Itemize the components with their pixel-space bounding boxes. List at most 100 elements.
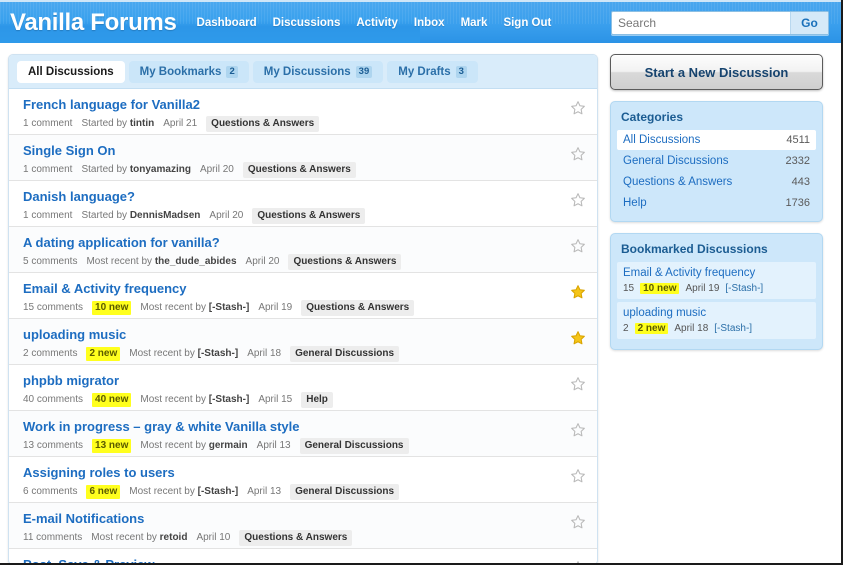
tab-count-badge: 3 (455, 66, 467, 79)
nav-item-sign-out[interactable]: Sign Out (503, 17, 551, 29)
bookmark-star-icon[interactable] (570, 422, 586, 438)
discussion-title[interactable]: Danish language? (23, 188, 563, 205)
site-header: Vanilla Forums Dashboard Discussions Act… (0, 0, 841, 44)
category-tag[interactable]: General Discussions (290, 484, 400, 501)
discussion-title[interactable]: French language for Vanilla2 (23, 96, 563, 113)
comment-count: 11 comments (23, 532, 83, 544)
sidebar: Start a New Discussion Categories All Di… (610, 54, 823, 563)
tab-label: My Discussions (263, 66, 351, 79)
date-text: April 15 (258, 394, 293, 406)
category-tag[interactable]: General Discussions (299, 438, 409, 455)
nav-item-dashboard[interactable]: Dashboard (197, 17, 257, 29)
bookmark-new-badge: 10 new (640, 283, 680, 294)
bookmark-comment-count: 15 (623, 283, 635, 294)
bookmark-star-icon[interactable] (570, 146, 586, 162)
page-body: All Discussions My Bookmarks 2 My Discus… (0, 44, 841, 563)
search-input[interactable] (612, 12, 790, 34)
discussion-row[interactable]: uploading music 2 comments 2 new Most recen… (9, 319, 597, 366)
category-tag[interactable]: Questions & Answers (239, 530, 353, 547)
category-tag[interactable]: Questions & Answers (252, 208, 366, 225)
author-line: Started by DennisMadsen (81, 210, 201, 222)
tab-my-discussions[interactable]: My Discussions 39 (252, 61, 384, 84)
bookmark-star-icon[interactable] (570, 100, 586, 116)
discussion-row[interactable]: Assigning roles to users 6 comments 6 new M… (9, 457, 597, 504)
nav-item-discussions[interactable]: Discussions (273, 17, 341, 29)
tab-label: My Drafts (398, 66, 451, 79)
bookmark-star-icon[interactable] (570, 560, 586, 563)
category-item[interactable]: General Discussions 2332 (617, 151, 816, 171)
bookmark-title[interactable]: Email & Activity frequency (623, 266, 810, 281)
category-tag[interactable]: Questions & Answers (242, 162, 356, 179)
bookmark-star-filled-icon[interactable] (570, 284, 586, 300)
discussion-row[interactable]: Post, Save & Preview (9, 549, 597, 563)
discussion-meta: 1 comment Started by DennisMadsen April 20… (23, 208, 563, 225)
discussion-row[interactable]: French language for Vanilla2 1 comment Sta… (9, 89, 597, 136)
discussion-row[interactable]: Danish language? 1 comment Started by Denn… (9, 181, 597, 228)
discussion-row[interactable]: Email & Activity frequency 15 comments 10 … (9, 273, 597, 320)
category-tag[interactable]: General Discussions (290, 346, 400, 363)
category-item[interactable]: Questions & Answers 443 (617, 172, 816, 192)
date-text: April 10 (196, 532, 231, 544)
bookmarks-panel: Bookmarked Discussions Email & Activity … (610, 233, 823, 350)
discussion-tabs: All Discussions My Bookmarks 2 My Discus… (9, 55, 597, 90)
bookmark-star-icon[interactable] (570, 238, 586, 254)
nav-item-inbox[interactable]: Inbox (414, 17, 445, 29)
discussion-title[interactable]: Post, Save & Preview (23, 556, 563, 563)
discussion-title[interactable]: phpbb migrator (23, 372, 563, 389)
discussion-row[interactable]: E-mail Notifications 11 comments Most rece… (9, 503, 597, 550)
bookmark-star-icon[interactable] (570, 376, 586, 392)
new-count-badge: 13 new (92, 439, 132, 454)
discussion-meta: 11 comments Most recent by retoid April 10… (23, 530, 563, 547)
discussion-row[interactable]: Work in progress – gray & white Vanilla … (9, 411, 597, 458)
category-item[interactable]: Help 1736 (617, 193, 816, 213)
discussion-meta: 2 comments 2 new Most recent by [-Stash-] A… (23, 346, 563, 363)
comment-count: 1 comment (23, 210, 73, 222)
discussion-row[interactable]: A dating application for vanilla? 5 comme… (9, 227, 597, 274)
discussion-title[interactable]: E-mail Notifications (23, 510, 563, 527)
category-tag[interactable]: Questions & Answers (288, 254, 402, 271)
bookmark-star-icon[interactable] (570, 514, 586, 530)
date-text: April 18 (247, 348, 282, 360)
discussion-title[interactable]: Email & Activity frequency (23, 280, 563, 297)
tab-label: All Discussions (28, 66, 114, 79)
tab-my-drafts[interactable]: My Drafts 3 (387, 61, 478, 84)
discussion-meta: 15 comments 10 new Most recent by [-Stash-… (23, 300, 563, 317)
category-tag[interactable]: Questions & Answers (206, 116, 320, 133)
category-tag[interactable]: Questions & Answers (301, 300, 415, 317)
category-tag[interactable]: Help (301, 392, 333, 409)
search-go-button[interactable]: Go (790, 12, 828, 34)
discussion-title[interactable]: Assigning roles to users (23, 464, 563, 481)
author-line: Started by tonyamazing (81, 164, 191, 176)
author-line: Most recent by [-Stash-] (140, 394, 250, 406)
discussion-meta: 13 comments 13 new Most recent by germain A… (23, 438, 563, 455)
bookmark-title[interactable]: uploading music (623, 306, 810, 321)
date-text: April 13 (256, 440, 291, 452)
date-text: April 20 (245, 256, 280, 268)
site-logo: Vanilla Forums (10, 8, 177, 36)
new-count-badge: 2 new (86, 347, 121, 362)
nav-item-activity[interactable]: Activity (356, 17, 398, 29)
bookmark-star-icon[interactable] (570, 192, 586, 208)
discussion-meta: 1 comment Started by tonyamazing April 20 Q… (23, 162, 563, 179)
discussion-title[interactable]: uploading music (23, 326, 563, 343)
start-new-discussion-button[interactable]: Start a New Discussion (610, 54, 823, 90)
bookmark-star-icon[interactable] (570, 468, 586, 484)
discussion-title[interactable]: A dating application for vanilla? (23, 234, 563, 251)
tab-all-discussions[interactable]: All Discussions (17, 61, 125, 84)
category-count: 4511 (786, 134, 810, 146)
bookmark-item[interactable]: uploading music 2 2 new April 18 [-Stash-] (617, 302, 816, 339)
discussion-title[interactable]: Work in progress – gray & white Vanilla … (23, 418, 563, 435)
discussion-row[interactable]: phpbb migrator 40 comments 40 new Most rece… (9, 365, 597, 412)
category-item[interactable]: All Discussions 4511 (617, 130, 816, 150)
tab-my-bookmarks[interactable]: My Bookmarks 2 (128, 61, 249, 84)
bookmark-item[interactable]: Email & Activity frequency 15 10 new April … (617, 262, 816, 299)
author-line: Most recent by the_dude_abides (86, 256, 237, 268)
discussion-title[interactable]: Single Sign On (23, 142, 563, 159)
date-text: April 21 (163, 118, 198, 130)
nav-item-mark[interactable]: Mark (461, 17, 488, 29)
discussion-row[interactable]: Single Sign On 1 comment Started by tonyam… (9, 135, 597, 182)
categories-heading: Categories (621, 110, 684, 124)
bookmark-comment-count: 2 (623, 323, 629, 334)
author-line: Started by tintin (81, 118, 155, 130)
bookmark-star-filled-icon[interactable] (570, 330, 586, 346)
